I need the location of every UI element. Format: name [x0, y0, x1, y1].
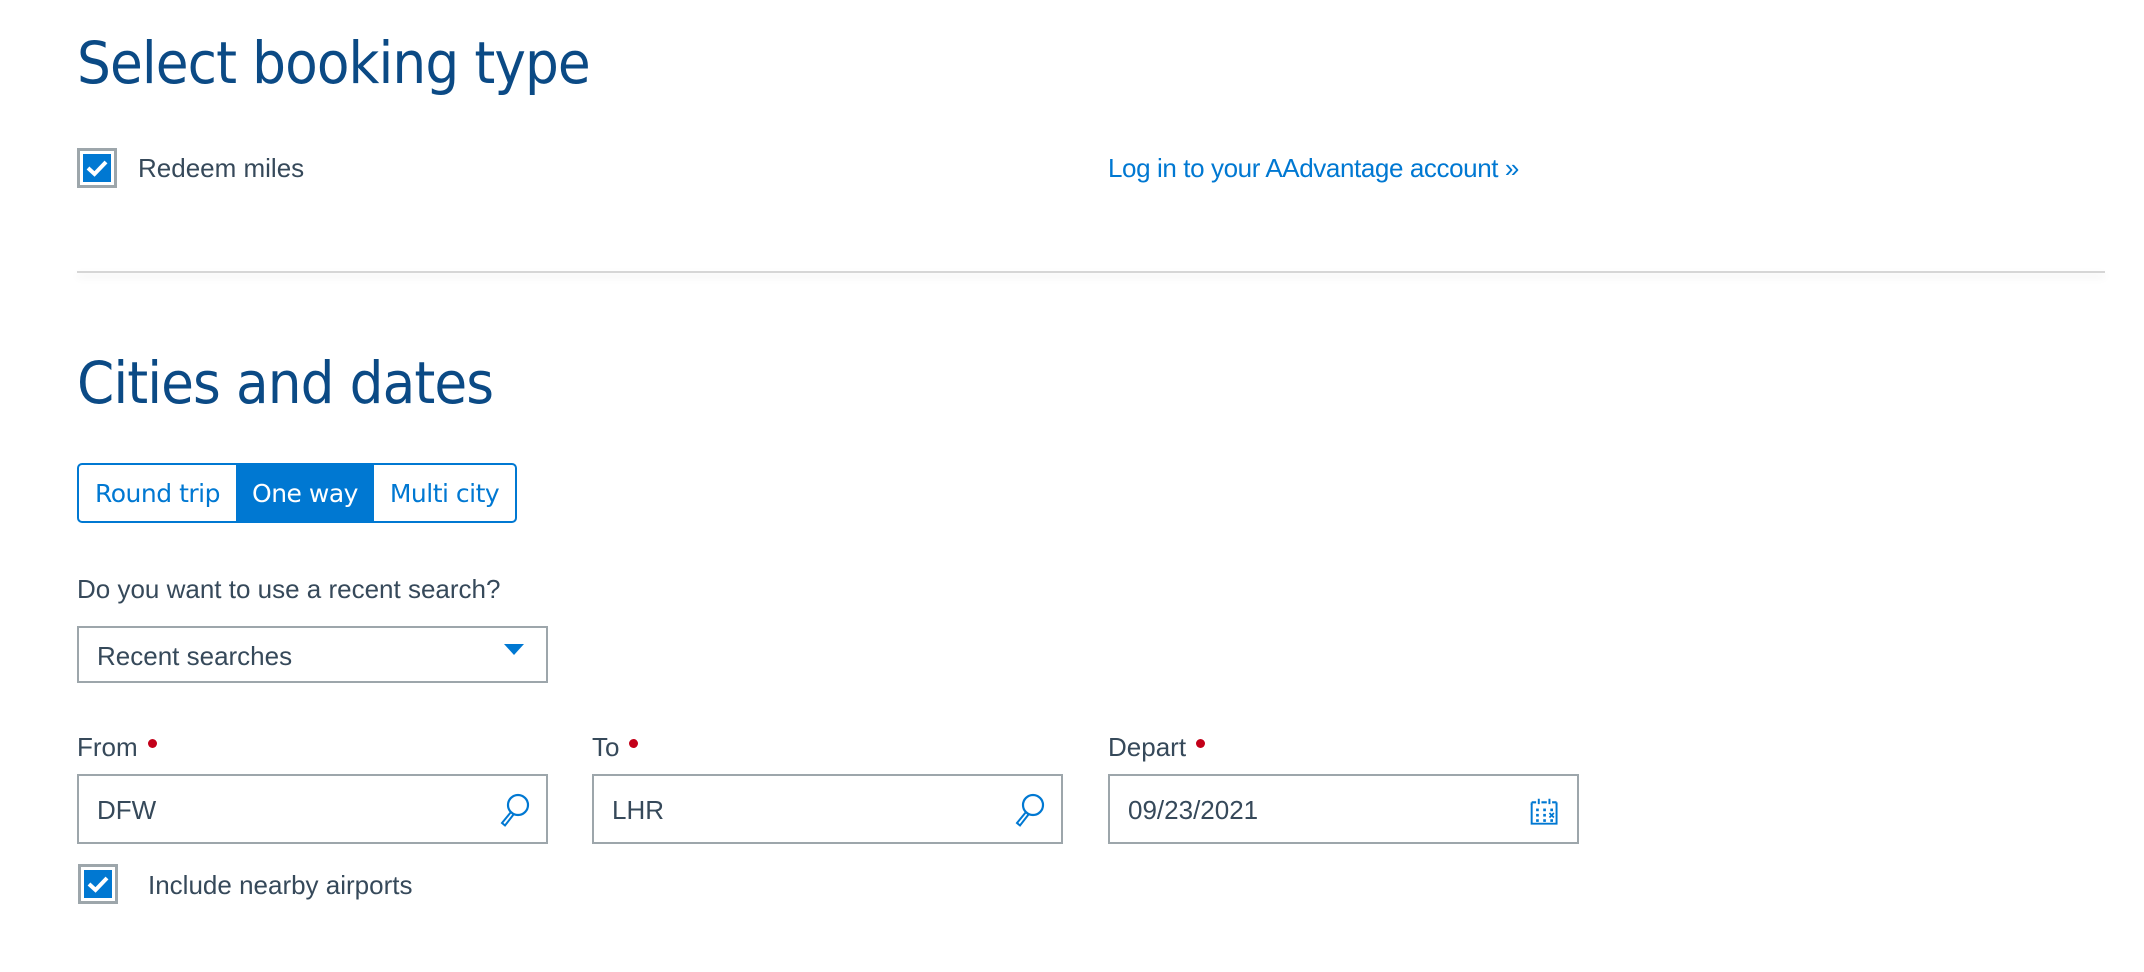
search-icon[interactable] — [496, 792, 532, 830]
from-label: From — [77, 734, 157, 760]
required-indicator — [147, 739, 157, 748]
nearby-airports-checkbox[interactable] — [78, 864, 118, 904]
to-input[interactable] — [612, 794, 992, 826]
to-field — [592, 774, 1063, 844]
from-label-text: From — [77, 732, 138, 762]
redeem-miles-checkbox[interactable] — [77, 148, 117, 188]
from-field — [77, 774, 548, 844]
checkbox-checked-fill — [83, 154, 111, 182]
calendar-icon[interactable] — [1529, 796, 1561, 830]
checkmark-icon — [86, 160, 108, 177]
trip-type-multi-city[interactable]: Multi city — [374, 465, 515, 521]
checkbox-checked-fill — [84, 870, 112, 898]
depart-date-input[interactable] — [1128, 794, 1508, 826]
trip-type-selector: Round trip One way Multi city — [77, 463, 517, 523]
trip-type-round-trip[interactable]: Round trip — [79, 465, 236, 521]
recent-searches-selected: Recent searches — [97, 641, 293, 671]
required-indicator — [629, 739, 639, 748]
recent-search-question: Do you want to use a recent search? — [77, 574, 501, 604]
to-label: To — [592, 732, 639, 762]
redeem-miles-label[interactable]: Redeem miles — [138, 155, 304, 181]
to-label-text: To — [592, 732, 620, 762]
booking-type-heading: Select booking type — [77, 29, 591, 97]
section-divider — [77, 271, 2105, 273]
depart-label: Depart — [1108, 732, 1206, 762]
nearby-airports-label[interactable]: Include nearby airports — [148, 872, 412, 898]
required-indicator — [1196, 739, 1206, 748]
aadvantage-login-link[interactable]: Log in to your AAdvantage account » — [1108, 155, 1519, 181]
from-input[interactable] — [97, 794, 477, 826]
depart-label-text: Depart — [1108, 732, 1187, 762]
depart-field — [1108, 774, 1579, 844]
caret-down-icon — [504, 644, 524, 655]
cities-dates-heading: Cities and dates — [77, 349, 494, 417]
trip-type-one-way[interactable]: One way — [236, 465, 374, 521]
checkmark-icon — [87, 876, 109, 893]
recent-searches-dropdown[interactable]: Recent searches — [77, 626, 548, 683]
search-icon[interactable] — [1011, 792, 1047, 830]
